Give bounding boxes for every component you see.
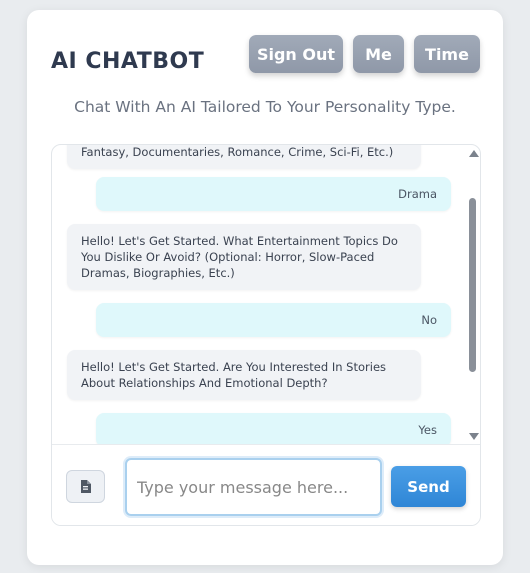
message-input[interactable] (125, 458, 382, 516)
page-subtitle: Chat With An AI Tailored To Your Persona… (74, 98, 456, 116)
bot-message: Hello! Let's Get Started. What Entertain… (67, 224, 421, 290)
sign-out-button[interactable]: Sign Out (249, 35, 343, 73)
user-message: Yes (96, 413, 451, 444)
me-button[interactable]: Me (353, 35, 404, 73)
composer: Send (52, 444, 480, 525)
time-button[interactable]: Time (414, 35, 480, 73)
chat-window: Fantasy, Documentaries, Romance, Crime, … (51, 144, 481, 526)
page-title: AI CHATBOT (51, 49, 205, 74)
attach-file-button[interactable] (66, 470, 105, 503)
scroll-down-arrow-icon[interactable] (469, 433, 479, 440)
user-message: Drama (96, 177, 451, 211)
scrollbar-thumb[interactable] (469, 198, 476, 372)
message-list[interactable]: Fantasy, Documentaries, Romance, Crime, … (52, 145, 480, 444)
user-message: No (96, 303, 451, 337)
scroll-up-arrow-icon[interactable] (469, 150, 479, 157)
message-scrollbar[interactable] (466, 145, 480, 444)
send-button[interactable]: Send (391, 466, 466, 507)
chatbot-card: AI CHATBOT Sign Out Me Time Chat With An… (27, 10, 503, 565)
bot-message: Fantasy, Documentaries, Romance, Crime, … (67, 145, 421, 169)
file-icon (81, 480, 91, 493)
bot-message: Hello! Let's Get Started. Are You Intere… (67, 350, 421, 400)
